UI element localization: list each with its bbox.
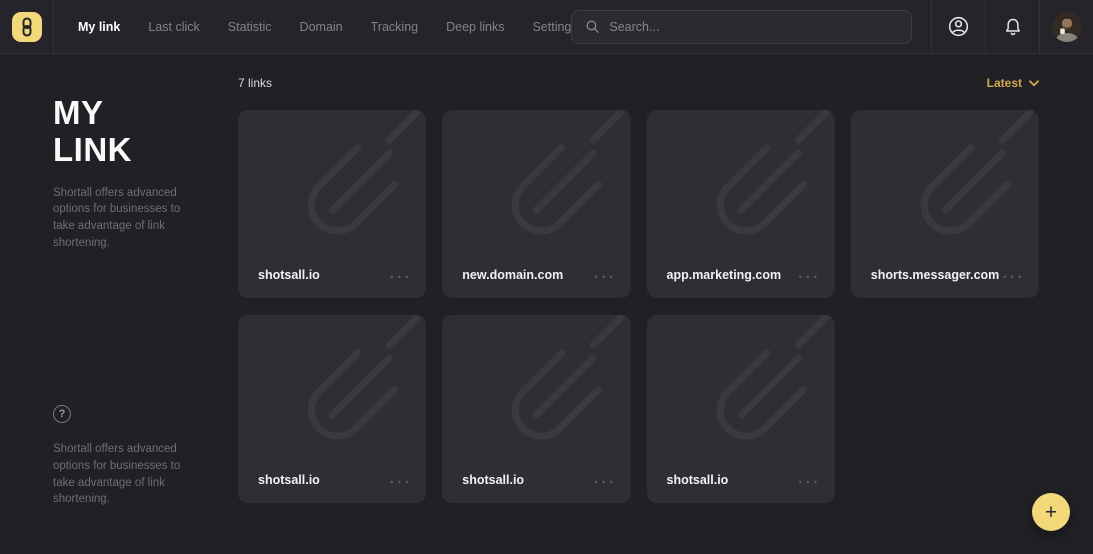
chevron-down-icon [1029,80,1039,87]
link-domain: new.domain.com [462,268,563,282]
profile-cell[interactable] [1039,0,1093,54]
app-logo[interactable] [12,12,42,42]
link-cards-grid: shotsall.io ··· new.domain.com ··· [238,110,1039,503]
link-domain: shorts.messager.com [871,268,1000,282]
list-header: 7 links Latest [238,76,1039,90]
sidebar-bottom: ? Shortall offers advanced options for b… [53,405,192,508]
sort-dropdown[interactable]: Latest [987,76,1039,90]
nav-item-last-click[interactable]: Last click [148,20,199,34]
link-card[interactable]: new.domain.com ··· [442,110,630,298]
link-card[interactable]: shotsall.io ··· [442,315,630,503]
card-menu-button[interactable]: ··· [390,269,413,286]
nav-item-deep-links[interactable]: Deep links [446,20,504,34]
nav-item-statistic[interactable]: Statistic [228,20,272,34]
avatar[interactable] [1052,12,1082,42]
nav-item-domain[interactable]: Domain [300,20,343,34]
card-menu-button[interactable]: ··· [594,474,617,491]
account-icon [947,15,970,38]
link-domain: shotsall.io [258,473,320,487]
sidebar-description: Shortall offers advanced options for bus… [53,185,192,252]
links-section: 7 links Latest shotsall.io ··· [238,54,1039,503]
link-card[interactable]: shotsall.io ··· [647,315,835,503]
page-title: MY LINK [53,94,192,169]
card-menu-button[interactable]: ··· [390,474,413,491]
link-card[interactable]: shorts.messager.com ··· [851,110,1039,298]
card-menu-button[interactable]: ··· [798,474,821,491]
links-count: 7 links [238,76,272,90]
notifications-button[interactable] [985,0,1039,54]
add-link-button[interactable]: + [1032,493,1070,531]
card-menu-button[interactable]: ··· [798,269,821,286]
card-menu-button[interactable]: ··· [594,269,617,286]
search-bar[interactable] [571,10,912,44]
nav-item-my-link[interactable]: My link [78,20,120,34]
chain-link-icon [15,15,39,39]
top-navbar: My link Last click Statistic Domain Trac… [0,0,1093,54]
bell-icon [1002,16,1024,38]
help-icon[interactable]: ? [53,405,71,423]
link-card[interactable]: app.marketing.com ··· [647,110,835,298]
logo-cell [0,0,54,54]
card-menu-button[interactable]: ··· [1003,269,1026,286]
search-input[interactable] [609,20,899,34]
plus-icon: + [1045,502,1057,523]
link-domain: shotsall.io [462,473,524,487]
account-button[interactable] [931,0,985,54]
search-icon [584,18,601,35]
link-card[interactable]: shotsall.io ··· [238,315,426,503]
link-card[interactable]: shotsall.io ··· [238,110,426,298]
sidebar: MY LINK Shortall offers advanced options… [0,54,238,554]
link-domain: shotsall.io [258,268,320,282]
sort-label: Latest [987,76,1022,90]
link-domain: app.marketing.com [667,268,782,282]
nav-item-setting[interactable]: Setting [532,20,571,34]
avatar-photo [1052,12,1082,42]
main-nav: My link Last click Statistic Domain Trac… [54,20,571,34]
link-domain: shotsall.io [667,473,729,487]
sidebar-top: MY LINK Shortall offers advanced options… [53,94,192,251]
help-glyph: ? [59,408,66,420]
sidebar-help-description: Shortall offers advanced options for bus… [53,441,192,508]
nav-item-tracking[interactable]: Tracking [371,20,418,34]
